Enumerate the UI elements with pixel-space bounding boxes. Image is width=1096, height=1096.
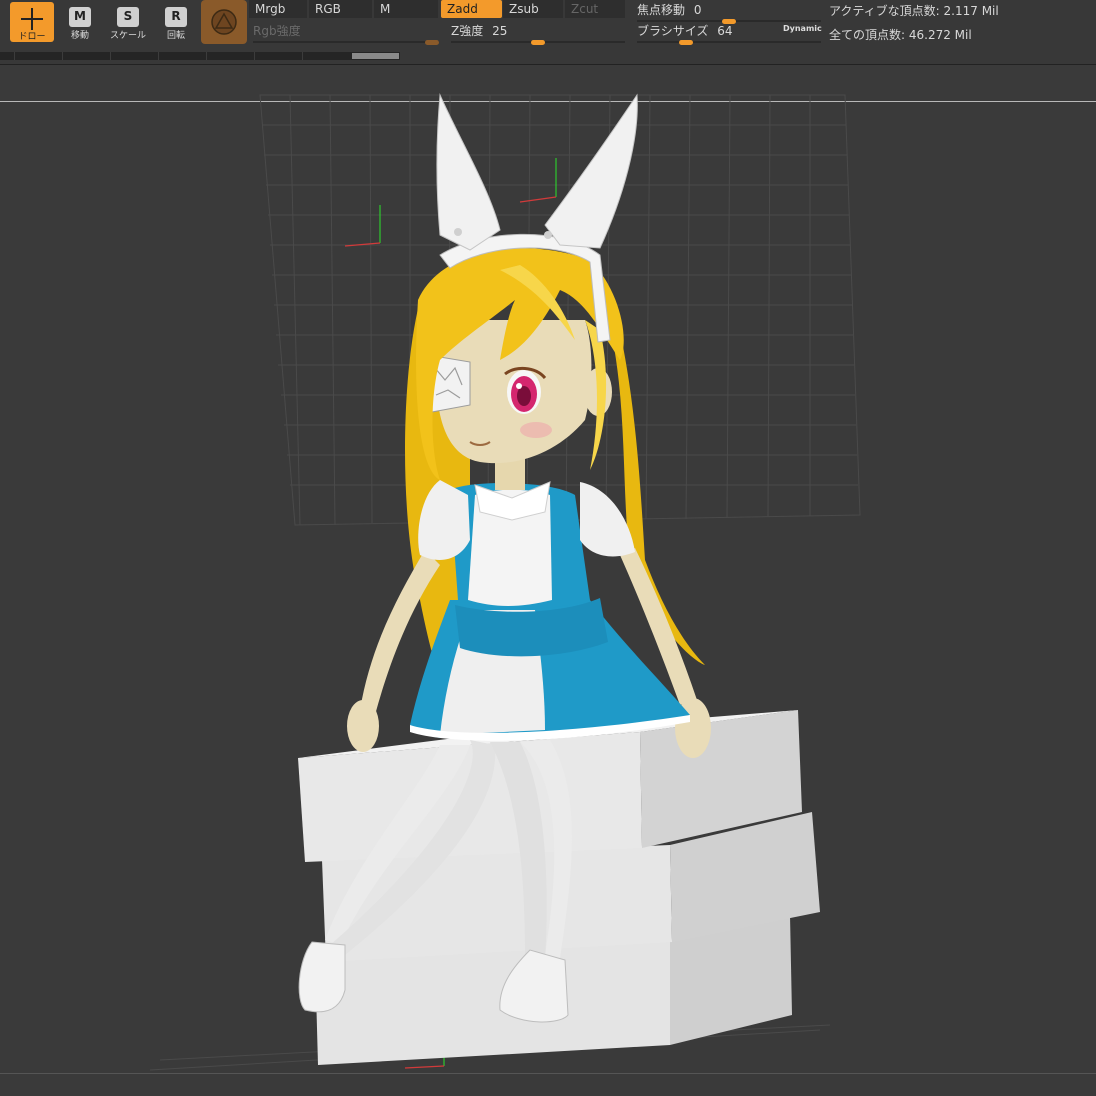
rotate-icon: R — [165, 7, 187, 27]
3d-viewport[interactable] — [0, 65, 1096, 1096]
rotate-button[interactable]: R 回転 — [154, 2, 198, 42]
draw-crosshair-icon — [21, 8, 43, 30]
rgb-intensity-track — [253, 40, 439, 45]
progress-divider — [206, 52, 207, 60]
top-toolbar: ドロー M 移動 S スケール R 回転 Mrgb RGB M Zadd Zsu… — [0, 0, 1096, 65]
rgb-toggle[interactable]: RGB — [309, 0, 372, 18]
progress-bar — [0, 52, 400, 60]
rgb-intensity-slider[interactable]: Rgb強度 — [249, 21, 439, 45]
progress-divider — [302, 52, 303, 60]
rotate-label: 回転 — [166, 31, 185, 41]
draw-label: ドロー — [18, 32, 46, 42]
progress-divider — [110, 52, 111, 60]
document-canvas[interactable] — [0, 65, 1096, 1096]
focal-shift-label: 焦点移動 — [637, 3, 686, 17]
mrgb-toggle[interactable]: Mrgb — [249, 0, 307, 18]
scale-button[interactable]: S スケール — [106, 2, 150, 42]
dynamic-toggle[interactable]: Dynamic — [783, 24, 822, 33]
brush-size-label: ブラシサイズ — [637, 24, 709, 38]
progress-divider — [14, 52, 15, 60]
progress-fill — [352, 53, 399, 59]
brush-size-track — [637, 40, 821, 45]
focal-shift-slider[interactable]: 焦点移動 0 — [633, 0, 821, 24]
rgb-intensity-label: Rgb強度 — [253, 24, 301, 38]
material-sphere-icon — [211, 9, 237, 35]
z-intensity-track — [451, 40, 625, 45]
brush-size-knob[interactable] — [679, 40, 693, 45]
focal-shift-value: 0 — [693, 3, 702, 17]
active-points-readout: アクティブな頂点数: 2.117 Mil — [829, 4, 999, 18]
z-intensity-label: Z強度 — [451, 24, 484, 38]
scale-icon: S — [117, 7, 139, 27]
brush-size-value: 64 — [717, 24, 733, 38]
zcut-toggle[interactable]: Zcut — [565, 0, 625, 18]
progress-divider — [254, 52, 255, 60]
total-points-readout: 全ての頂点数: 46.272 Mil — [829, 28, 972, 42]
move-label: 移動 — [70, 31, 89, 41]
move-button[interactable]: M 移動 — [58, 2, 102, 42]
draw-button[interactable]: ドロー — [10, 2, 54, 42]
progress-divider — [158, 52, 159, 60]
zadd-toggle[interactable]: Zadd — [441, 0, 502, 18]
move-icon: M — [69, 7, 91, 27]
progress-divider — [62, 52, 63, 60]
z-intensity-value: 25 — [492, 24, 508, 38]
z-intensity-slider[interactable]: Z強度 25 — [447, 21, 625, 45]
material-button[interactable] — [201, 0, 247, 44]
scale-label: スケール — [109, 31, 146, 41]
rgb-intensity-knob[interactable] — [425, 40, 439, 45]
m-toggle[interactable]: M — [374, 0, 438, 18]
zsub-toggle[interactable]: Zsub — [503, 0, 563, 18]
z-intensity-knob[interactable] — [531, 40, 545, 45]
